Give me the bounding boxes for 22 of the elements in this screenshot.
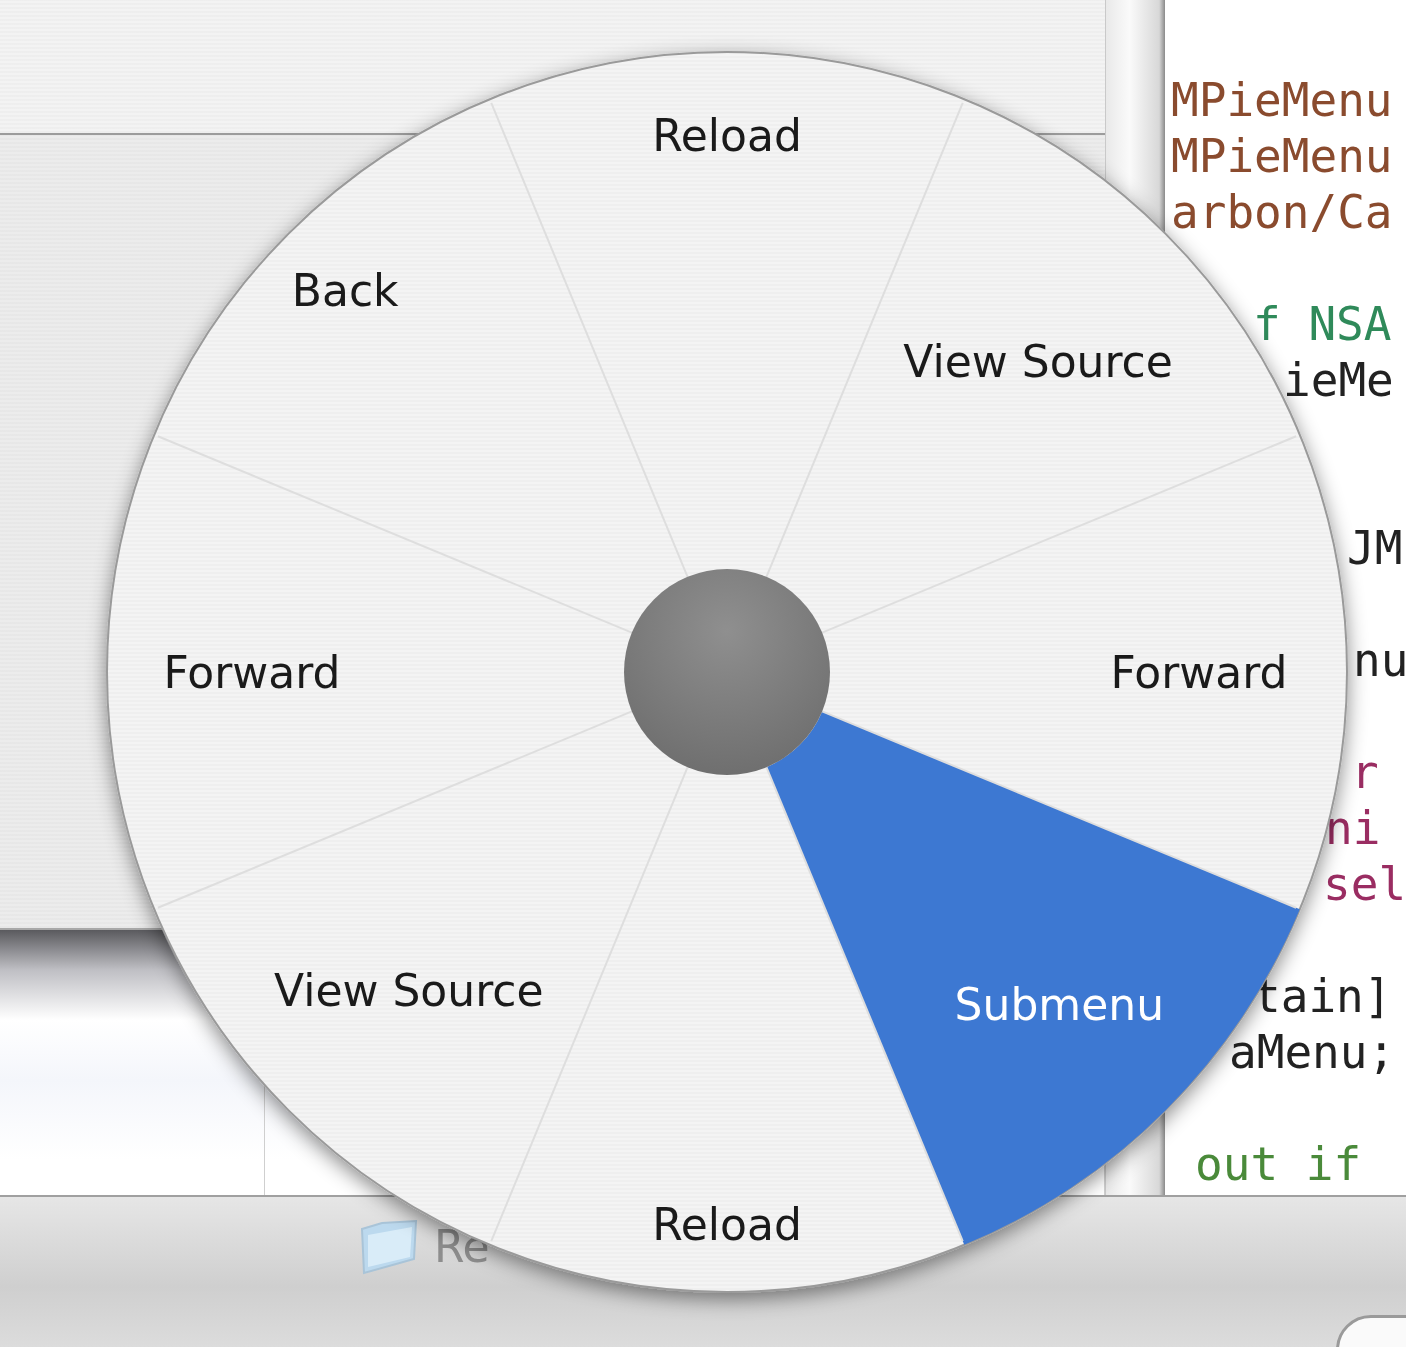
code-line: MPieMenu <box>1171 72 1393 128</box>
menu-item[interactable]: View Source <box>903 335 1173 387</box>
code-line: out if <box>1195 1136 1362 1192</box>
menu-item[interactable]: Forward <box>163 646 341 698</box>
menu-item[interactable]: Forward <box>1110 646 1288 698</box>
code-line: arbon/Ca <box>1171 184 1393 240</box>
code-line: f NSA <box>1253 296 1392 352</box>
menu-item[interactable]: Reload <box>652 109 802 161</box>
menu-item[interactable]: View Source <box>274 964 544 1016</box>
code-line: ni <box>1325 800 1381 856</box>
item-label: Re <box>434 1220 490 1272</box>
code-line: tain] <box>1253 968 1392 1024</box>
code-line: r <box>1351 744 1379 800</box>
code-line: MPieMenu <box>1171 128 1393 184</box>
code-line: JM <box>1347 520 1403 576</box>
code-line: sel <box>1323 856 1406 912</box>
menu-item[interactable]: Reload <box>652 1198 802 1250</box>
code-line: nu <box>1353 632 1406 688</box>
menu-item[interactable]: Submenu <box>954 978 1165 1030</box>
code-line: aMenu; <box>1229 1024 1396 1080</box>
menu-item[interactable]: Back <box>291 264 399 316</box>
code-line: ieMe <box>1283 352 1394 408</box>
